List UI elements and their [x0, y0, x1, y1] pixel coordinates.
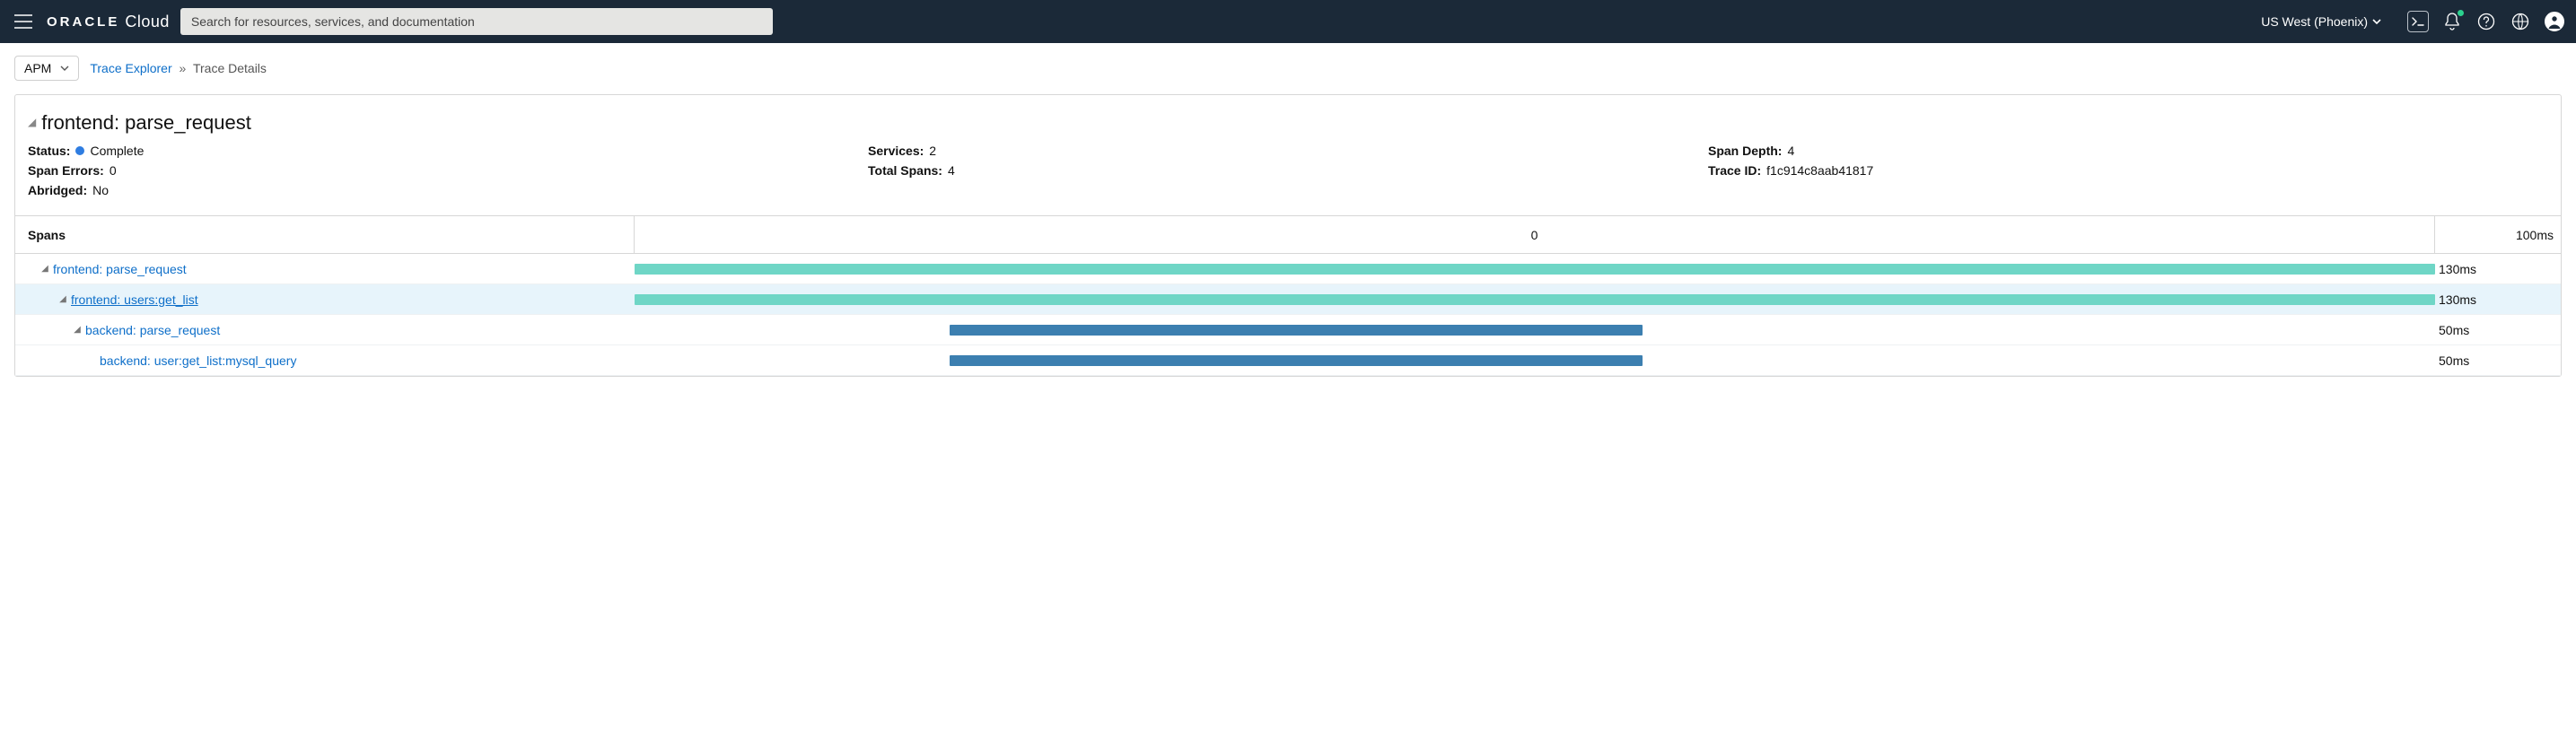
meta-status-value: Complete — [90, 144, 144, 158]
span-bar[interactable] — [635, 264, 2435, 275]
span-bar-cell — [635, 345, 2435, 375]
span-link[interactable]: frontend: users:get_list — [71, 292, 198, 307]
meta-span-depth: Span Depth: 4 — [1708, 144, 2548, 158]
brand-logo[interactable]: ORACLE Cloud — [47, 13, 170, 31]
meta-total-spans-value: 4 — [948, 163, 955, 178]
span-row[interactable]: ◢ frontend: parse_request 130ms — [15, 254, 2561, 284]
trace-metadata: Status: Complete Services: 2 Span Depth:… — [28, 135, 2548, 210]
help-icon — [2477, 13, 2495, 31]
trace-header: ◢ frontend: parse_request Status: Comple… — [15, 95, 2561, 215]
meta-span-depth-label: Span Depth: — [1708, 144, 1782, 158]
meta-span-errors-value: 0 — [110, 163, 117, 178]
meta-span-errors-label: Span Errors: — [28, 163, 104, 178]
meta-status: Status: Complete — [28, 144, 868, 158]
meta-trace-id-value: f1c914c8aab41817 — [1766, 163, 1873, 178]
span-name-cell: ◢ frontend: parse_request — [15, 262, 635, 276]
global-search-wrap — [180, 8, 773, 35]
breadcrumb-current: Trace Details — [193, 61, 267, 75]
meta-span-depth-value: 4 — [1787, 144, 1794, 158]
meta-span-errors: Span Errors: 0 — [28, 163, 868, 178]
status-dot-icon — [75, 146, 84, 155]
meta-abridged-value: No — [92, 183, 109, 197]
meta-status-label: Status: — [28, 144, 70, 158]
meta-total-spans: Total Spans: 4 — [868, 163, 1708, 178]
chevron-down-icon — [60, 64, 69, 73]
language-button[interactable] — [2510, 11, 2531, 32]
hamburger-icon — [14, 14, 32, 29]
user-avatar-icon — [2545, 12, 2564, 31]
span-name-cell: ◢backend: parse_request — [15, 323, 635, 337]
timeline-axis: 0 — [635, 216, 2435, 253]
globe-icon — [2511, 13, 2529, 31]
span-bar[interactable] — [635, 294, 2435, 305]
span-row[interactable]: ◢ frontend: users:get_list 130ms — [15, 284, 2561, 315]
breadcrumb-link-trace-explorer[interactable]: Trace Explorer — [90, 61, 171, 75]
col-header-spans: Spans — [15, 216, 635, 253]
span-bar-cell — [635, 254, 2435, 283]
span-bar-cell — [635, 315, 2435, 344]
notification-dot-icon — [2458, 10, 2464, 16]
span-link[interactable]: backend: parse_request — [85, 323, 220, 337]
terminal-icon — [2412, 16, 2424, 27]
brand-bold: ORACLE — [47, 14, 119, 30]
axis-tick-0: 0 — [1531, 228, 1538, 242]
caret-down-icon[interactable]: ◢ — [73, 325, 82, 335]
meta-trace-id-label: Trace ID: — [1708, 163, 1761, 178]
help-button[interactable] — [2475, 11, 2497, 32]
region-selector[interactable]: US West (Phoenix) — [2261, 14, 2382, 29]
region-label: US West (Phoenix) — [2261, 14, 2368, 29]
breadcrumb-row: APM Trace Explorer » Trace Details — [0, 43, 2576, 94]
span-bar[interactable] — [950, 325, 1643, 336]
dev-tools-button[interactable] — [2407, 11, 2429, 32]
span-duration: 130ms — [2435, 292, 2561, 307]
span-duration: 50ms — [2435, 353, 2561, 368]
breadcrumb: Trace Explorer » Trace Details — [90, 61, 267, 75]
meta-total-spans-label: Total Spans: — [868, 163, 942, 178]
span-rows: ◢ frontend: parse_request 130ms ◢ frontend: … — [15, 254, 2561, 376]
meta-services-label: Services: — [868, 144, 924, 158]
nav-icon-group — [2407, 11, 2565, 32]
span-duration: 130ms — [2435, 262, 2561, 276]
global-navbar: ORACLE Cloud US West (Phoenix) — [0, 0, 2576, 43]
chevron-down-icon — [2371, 16, 2382, 27]
brand-light: Cloud — [125, 13, 170, 31]
meta-abridged-label: Abridged: — [28, 183, 87, 197]
meta-abridged: Abridged: No — [28, 183, 868, 197]
span-link[interactable]: frontend: parse_request — [53, 262, 187, 276]
span-table-header: Spans 0 100ms — [15, 216, 2561, 254]
span-name-cell: backend: user:get_list:mysql_query — [15, 353, 635, 368]
trace-title: frontend: parse_request — [41, 111, 251, 135]
span-table: Spans 0 100ms ◢ frontend: parse_request 13… — [15, 215, 2561, 376]
notifications-button[interactable] — [2441, 11, 2463, 32]
span-link[interactable]: backend: user:get_list:mysql_query — [100, 353, 296, 368]
menu-button[interactable] — [11, 9, 36, 34]
meta-services-value: 2 — [929, 144, 936, 158]
span-bar-cell — [635, 284, 2435, 314]
caret-down-icon[interactable]: ◢ — [40, 264, 49, 274]
caret-down-icon[interactable]: ◢ — [58, 294, 67, 304]
span-duration: 50ms — [2435, 323, 2561, 337]
trace-detail-card: ◢ frontend: parse_request Status: Comple… — [14, 94, 2562, 377]
service-selector[interactable]: APM — [14, 56, 79, 81]
breadcrumb-sep: » — [176, 61, 190, 75]
account-button[interactable] — [2544, 11, 2565, 32]
span-row[interactable]: ◢backend: parse_request 50ms — [15, 315, 2561, 345]
axis-tick-100: 100ms — [2516, 228, 2554, 242]
span-row[interactable]: backend: user:get_list:mysql_query 50ms — [15, 345, 2561, 376]
service-selector-value: APM — [24, 61, 51, 75]
span-name-cell: ◢ frontend: users:get_list — [15, 292, 635, 307]
meta-services: Services: 2 — [868, 144, 1708, 158]
collapse-toggle[interactable]: ◢ — [28, 116, 36, 128]
meta-trace-id: Trace ID: f1c914c8aab41817 — [1708, 163, 2548, 178]
span-bar[interactable] — [950, 355, 1643, 366]
global-search-input[interactable] — [180, 8, 773, 35]
